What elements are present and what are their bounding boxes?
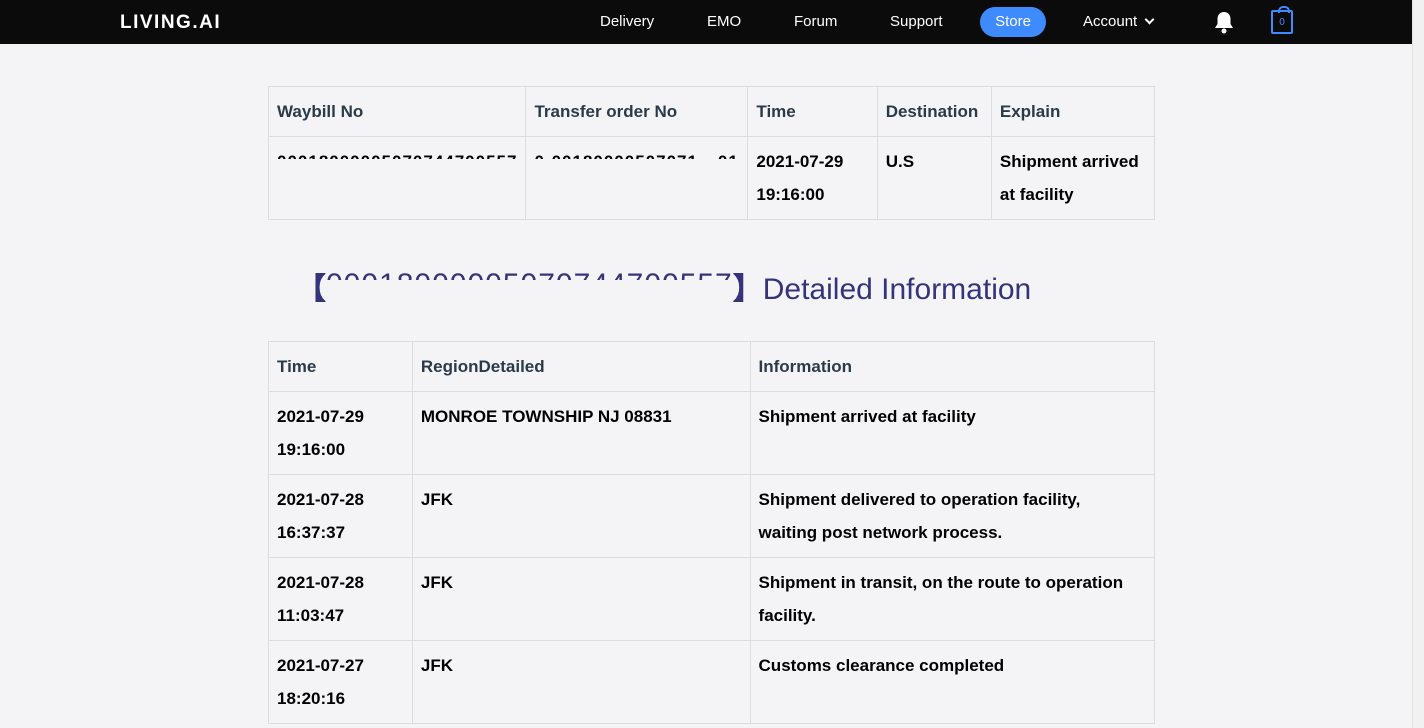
nav-delivery[interactable]: Delivery xyxy=(600,13,654,30)
header-explain: Explain xyxy=(990,86,1156,137)
time-date: 2021-07-29 xyxy=(756,152,844,171)
title-waybill-number: 00018000005070744700557 xyxy=(326,268,733,280)
header-time: Time xyxy=(747,86,878,137)
time-clock: 19:16:00 xyxy=(756,185,825,204)
notification-bell-icon[interactable] xyxy=(1213,10,1235,34)
row-information: Customs clearance completed xyxy=(749,640,1156,724)
chevron-down-icon xyxy=(1144,14,1155,25)
row-time: 2021-07-28 16:37:37 xyxy=(268,474,413,558)
row-region: JFK xyxy=(411,474,751,558)
waybill-cell: 00018000005070744700557 xyxy=(267,136,527,220)
row-region: JFK xyxy=(411,640,751,724)
detailed-information-title: 【00018000005070744700557】Detailed Inform… xyxy=(296,264,1031,308)
row-information: Shipment in transit, on the route to ope… xyxy=(749,557,1156,641)
row-time: 2021-07-29 19:16:00 xyxy=(268,391,413,475)
waybill-number: 00018000005070744700557 xyxy=(277,151,517,159)
row-information: Shipment arrived at facility xyxy=(749,391,1156,475)
row-info-line-2: waiting post network process. xyxy=(758,523,1003,542)
table-row: 2021-07-28 16:37:37 JFK Shipment deliver… xyxy=(268,474,1156,558)
row-region: JFK xyxy=(411,557,751,641)
nav-support[interactable]: Support xyxy=(890,13,943,30)
row-info-line-2: facility. xyxy=(758,606,816,625)
page-scrollbar[interactable] xyxy=(1412,0,1424,728)
summary-header-row: Waybill No Transfer order No Time Destin… xyxy=(267,86,1156,137)
header-destination: Destination xyxy=(876,86,992,137)
row-clock: 11:03:47 xyxy=(277,606,345,625)
row-info-line-1: Shipment delivered to operation facility… xyxy=(758,490,1081,509)
row-info-line-1: Customs clearance completed xyxy=(758,656,1005,675)
explain-line-2: at facility xyxy=(999,185,1074,204)
nav-account-label: Account xyxy=(1083,13,1138,30)
transfer-order-number: 0-00180000507071---01 xyxy=(534,151,739,159)
header-information: Information xyxy=(749,341,1156,392)
summary-table: Waybill No Transfer order No Time Destin… xyxy=(267,86,1156,220)
header-waybill-no: Waybill No xyxy=(267,86,527,137)
table-row: 2021-07-28 11:03:47 JFK Shipment in tran… xyxy=(268,557,1156,641)
living-ai-logo[interactable]: LIVING.AI xyxy=(120,12,221,34)
row-date: 2021-07-27 xyxy=(277,656,364,675)
nav-account-menu[interactable]: Account xyxy=(1083,13,1155,30)
cart-icon[interactable]: 0 xyxy=(1271,6,1293,34)
nav-store-button[interactable]: Store xyxy=(980,7,1046,37)
detail-header-row: Time RegionDetailed Information xyxy=(268,341,1156,392)
row-clock: 19:16:00 xyxy=(277,440,346,459)
nav-emo[interactable]: EMO xyxy=(707,13,741,30)
row-region: MONROE TOWNSHIP NJ 08831 xyxy=(411,391,751,475)
row-date: 2021-07-29 xyxy=(277,407,364,426)
explain-line-1: Shipment arrived xyxy=(999,152,1139,171)
header-transfer-order-no: Transfer order No xyxy=(525,86,749,137)
detail-table: Time RegionDetailed Information 2021-07-… xyxy=(268,341,1156,724)
row-clock: 18:20:16 xyxy=(277,689,346,708)
top-navigation-bar: LIVING.AI Delivery EMO Forum Support Sto… xyxy=(0,0,1412,44)
row-information: Shipment delivered to operation facility… xyxy=(749,474,1156,558)
row-time: 2021-07-28 11:03:47 xyxy=(268,557,413,641)
row-clock: 16:37:37 xyxy=(277,523,346,542)
row-date: 2021-07-28 xyxy=(277,573,364,592)
nav-forum[interactable]: Forum xyxy=(794,13,837,30)
cart-count: 0 xyxy=(1279,17,1285,28)
title-text: Detailed Information xyxy=(762,273,1032,306)
row-info-line-1: Shipment arrived at facility xyxy=(758,407,976,426)
row-time: 2021-07-27 18:20:16 xyxy=(268,640,413,724)
title-bracket-close: 】 xyxy=(732,273,763,306)
row-info-line-1: Shipment in transit, on the route to ope… xyxy=(758,573,1124,592)
transfer-cell: 0-00180000507071---01 xyxy=(525,136,749,220)
title-bracket-open: 【 xyxy=(296,273,326,306)
table-row: 2021-07-27 18:20:16 JFK Customs clearanc… xyxy=(268,640,1156,724)
table-row: 2021-07-29 19:16:00 MONROE TOWNSHIP NJ 0… xyxy=(268,391,1156,475)
destination-cell: U.S xyxy=(876,136,992,220)
header-region-detailed: RegionDetailed xyxy=(411,341,751,392)
row-date: 2021-07-28 xyxy=(277,490,364,509)
header-detail-time: Time xyxy=(268,341,413,392)
summary-row: 00018000005070744700557 0-00180000507071… xyxy=(267,136,1156,220)
time-cell: 2021-07-29 19:16:00 xyxy=(747,136,878,220)
explain-cell: Shipment arrived at facility xyxy=(990,136,1156,220)
